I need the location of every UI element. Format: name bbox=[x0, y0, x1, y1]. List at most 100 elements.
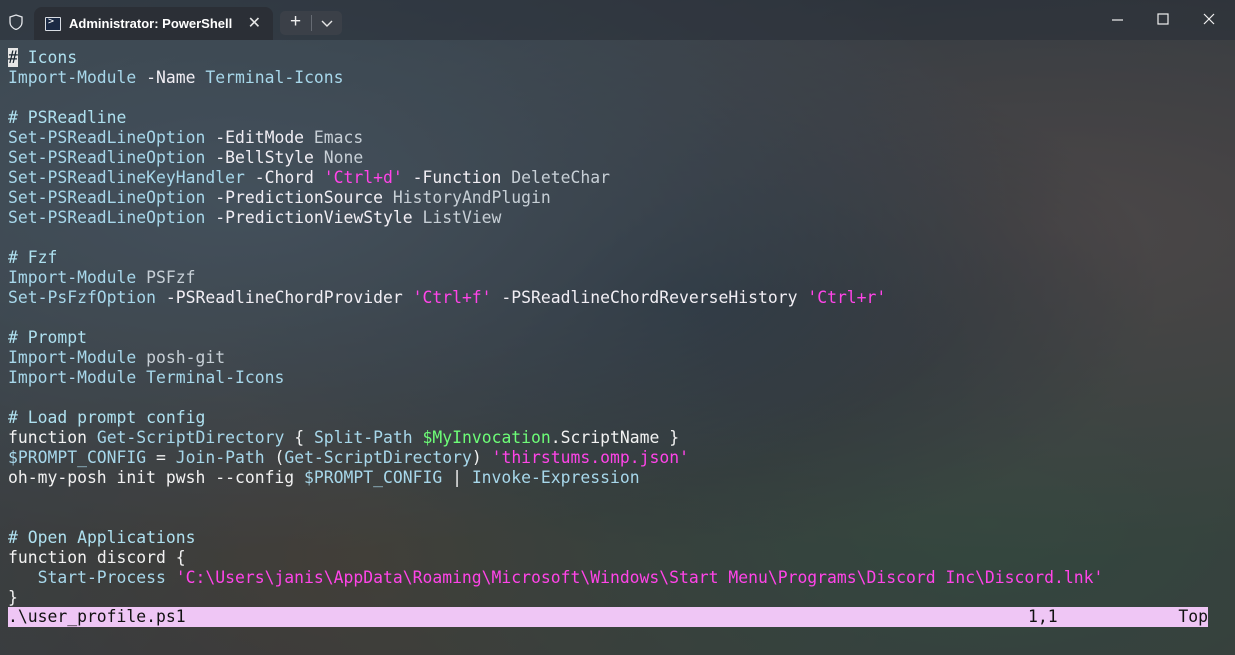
code-token: .ScriptName bbox=[550, 428, 660, 447]
code-token: 'C:\Users\janis\AppData\Roaming\Microsof… bbox=[165, 568, 1104, 587]
code-token: Get-ScriptDirectory bbox=[86, 428, 285, 447]
code-token: None bbox=[313, 148, 364, 167]
code-token: ListView bbox=[412, 208, 502, 227]
chevron-down-icon[interactable] bbox=[312, 11, 342, 35]
code-token: Import-Module bbox=[8, 348, 137, 367]
code-line: Import-Module -Name Terminal-Icons bbox=[8, 68, 1103, 88]
code-line: Set-PsFzfOption -PSReadlineChordProvider… bbox=[8, 288, 1103, 308]
code-token: posh-git bbox=[136, 348, 226, 367]
code-line: Import-Module Terminal-Icons bbox=[8, 368, 1103, 388]
maximize-icon[interactable] bbox=[1149, 8, 1177, 32]
code-token: ( bbox=[264, 448, 285, 467]
code-token: Start-Process bbox=[8, 568, 166, 587]
code-token: { bbox=[284, 428, 314, 447]
code-line: Set-PSReadLineOption -PredictionSource H… bbox=[8, 188, 1103, 208]
code-token: HistoryAndPlugin bbox=[383, 188, 551, 207]
code-token: Split-Path bbox=[313, 428, 413, 447]
code-token: # Load prompt config bbox=[8, 408, 206, 427]
code-token: $PROMPT_CONFIG bbox=[8, 448, 147, 467]
code-token: function bbox=[8, 428, 87, 447]
tab-title: Administrator: PowerShell bbox=[69, 16, 233, 31]
code-token: 'Ctrl+f' bbox=[402, 288, 492, 307]
code-token: Get-ScriptDirectory bbox=[284, 448, 472, 467]
code-token: Icons bbox=[17, 48, 78, 67]
code-token: # PSReadline bbox=[8, 108, 127, 127]
code-token: Set-PsFzfOption bbox=[8, 288, 157, 307]
status-scroll-indicator: Top bbox=[1178, 607, 1208, 626]
code-line: Set-PSReadLineOption -PredictionViewStyl… bbox=[8, 208, 1103, 228]
code-token: -PredictionViewStyle bbox=[205, 208, 413, 227]
code-token: Import-Module bbox=[8, 268, 137, 287]
code-token: Set-PSReadlineOption bbox=[8, 148, 206, 167]
code-line: # Load prompt config bbox=[8, 408, 1103, 428]
code-token: = bbox=[146, 448, 176, 467]
code-token: 'Ctrl+d' bbox=[313, 168, 403, 187]
code-token: } bbox=[8, 588, 18, 607]
code-token: -Chord bbox=[244, 168, 314, 187]
code-token: Terminal-Icons bbox=[195, 68, 344, 87]
title-bar: > Administrator: PowerShell ✕ + bbox=[0, 0, 1235, 40]
code-token: PSFzf bbox=[136, 268, 196, 287]
code-token: -EditMode bbox=[205, 128, 305, 147]
code-token: Import-Module bbox=[8, 68, 137, 87]
code-token: ) bbox=[471, 448, 492, 467]
status-filename: .\user_profile.ps1 bbox=[8, 607, 186, 626]
code-token: -BellStyle bbox=[205, 148, 314, 167]
code-token: Set-PSReadlineKeyHandler bbox=[8, 168, 245, 187]
code-token: function bbox=[8, 548, 87, 567]
code-token: -PSReadlineChordReverseHistory bbox=[491, 288, 798, 307]
code-token: Terminal-Icons bbox=[136, 368, 285, 387]
status-bar: .\user_profile.ps1 1,1 Top bbox=[8, 607, 1208, 627]
code-line: # Open Applications bbox=[8, 528, 1103, 548]
code-token: } bbox=[659, 428, 680, 447]
code-line: function Get-ScriptDirectory { Split-Pat… bbox=[8, 428, 1103, 448]
tab-powershell[interactable]: > Administrator: PowerShell ✕ bbox=[34, 7, 273, 40]
powershell-icon: > bbox=[45, 16, 61, 31]
editor-buffer[interactable]: # Icons Import-Module -Name Terminal-Icon… bbox=[8, 48, 1103, 608]
code-token: Emacs bbox=[304, 128, 364, 147]
tab-close-icon[interactable]: ✕ bbox=[248, 13, 261, 33]
code-token: # Prompt bbox=[8, 328, 87, 347]
minimize-icon[interactable] bbox=[1104, 8, 1132, 32]
shield-icon bbox=[9, 14, 23, 30]
code-line: function discord { bbox=[8, 548, 1103, 568]
code-token: DeleteChar bbox=[501, 168, 610, 187]
code-line: Start-Process 'C:\Users\janis\AppData\Ro… bbox=[8, 568, 1104, 588]
code-line: # Fzf bbox=[8, 248, 1103, 268]
code-token: | bbox=[442, 468, 472, 487]
code-token: Import-Module bbox=[8, 368, 137, 387]
code-line: Set-PSReadLineOption -EditMode Emacs bbox=[8, 128, 1103, 148]
code-line: Import-Module posh-git bbox=[8, 348, 1103, 368]
code-token: Invoke-Expression bbox=[471, 468, 640, 487]
code-token: 'Ctrl+r' bbox=[797, 288, 887, 307]
new-tab-button[interactable]: + bbox=[280, 11, 311, 35]
new-tab-group: + bbox=[280, 11, 342, 35]
code-token: Set-PSReadLineOption bbox=[8, 188, 206, 207]
code-line: } bbox=[8, 588, 1103, 608]
code-token: discord { bbox=[86, 548, 186, 567]
code-token: -PredictionSource bbox=[205, 188, 383, 207]
code-token: -PSReadlineChordProvider bbox=[156, 288, 403, 307]
code-token: # Open Applications bbox=[8, 528, 196, 547]
text-cursor: # bbox=[8, 48, 18, 67]
code-line: # Icons bbox=[8, 48, 1103, 68]
code-line: Set-PSReadlineKeyHandler -Chord 'Ctrl+d'… bbox=[8, 168, 1103, 188]
code-token: Set-PSReadLineOption bbox=[8, 208, 206, 227]
code-line: Import-Module PSFzf bbox=[8, 268, 1103, 288]
code-token: $PROMPT_CONFIG bbox=[304, 468, 443, 487]
code-token: -Name bbox=[136, 68, 196, 87]
code-line: Set-PSReadlineOption -BellStyle None bbox=[8, 148, 1103, 168]
code-line: # PSReadline bbox=[8, 108, 1103, 128]
code-line: $PROMPT_CONFIG = Join-Path (Get-ScriptDi… bbox=[8, 448, 1103, 468]
code-token: 'thirstums.omp.json' bbox=[491, 448, 689, 467]
terminal-viewport[interactable]: # Icons Import-Module -Name Terminal-Icon… bbox=[0, 40, 1235, 655]
code-token: # Fzf bbox=[8, 248, 58, 267]
code-line: oh-my-posh init pwsh --config $PROMPT_CO… bbox=[8, 468, 1103, 488]
close-icon[interactable] bbox=[1195, 8, 1223, 32]
